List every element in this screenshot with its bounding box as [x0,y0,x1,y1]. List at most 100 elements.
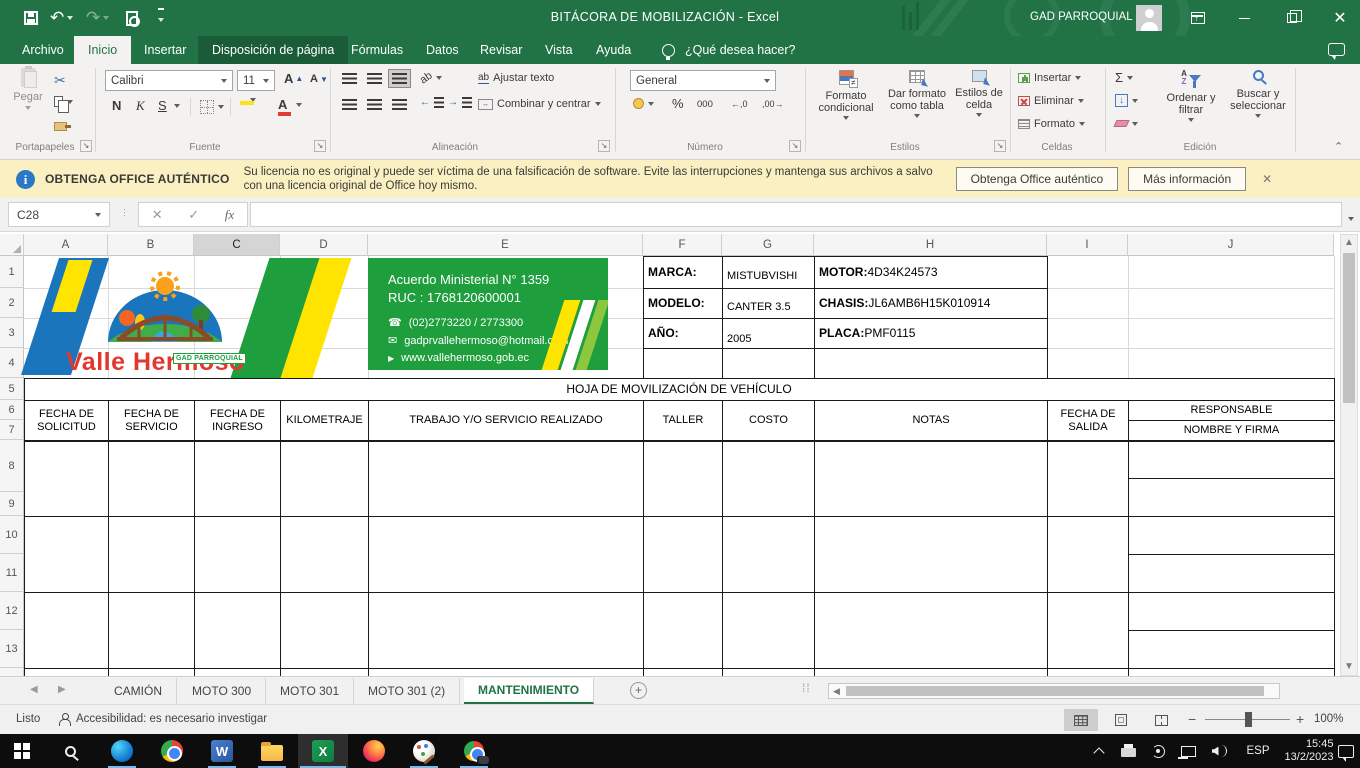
tray-volume[interactable] [1204,734,1234,768]
action-center-button[interactable] [1332,734,1360,768]
format-cells-button[interactable]: Formato [1018,118,1085,130]
sheet-nav-right-icon[interactable]: ▶ [58,684,66,695]
sheet-nav-left-icon[interactable]: ◀ [30,684,38,695]
zoom-level[interactable]: 100% [1314,713,1343,725]
modelo-value[interactable]: CANTER 3.5 [727,292,791,322]
row-header-11[interactable]: 11 [0,554,24,592]
fill-button[interactable]: ↓ [1115,94,1138,107]
column-header-C[interactable]: C [194,234,280,256]
formula-bar-splitter[interactable]: ⋯ [120,208,130,218]
format-as-table-button[interactable]: Dar formato como tabla [884,70,950,118]
align-center-button[interactable] [363,95,386,114]
header-costo[interactable]: COSTO [723,401,814,440]
hscroll-left-icon[interactable]: ◀ [833,686,840,697]
collapse-ribbon-button[interactable]: ⌃ [1334,140,1343,153]
increase-font-button[interactable]: A▲ [284,71,303,86]
delete-cells-button[interactable]: Eliminar [1018,95,1084,107]
zoom-slider-thumb[interactable] [1245,712,1252,727]
placa-cell[interactable]: PLACA: PMF0115 [819,318,915,348]
qat-redo-button[interactable]: ↷ [86,7,109,29]
align-top-button[interactable] [338,69,361,88]
table-body-cells[interactable] [24,442,1334,676]
clock[interactable]: 15:4513/2/2023 [1278,734,1340,768]
horizontal-scroll-thumb[interactable] [846,686,1264,696]
font-size-select[interactable]: 11 [237,70,275,91]
row-header-5[interactable]: 5 [0,378,24,400]
font-name-select[interactable]: Calibri [105,70,233,91]
marca-label[interactable]: MARCA: [648,256,697,288]
insert-function-icon[interactable]: fx [225,207,234,223]
column-header-G[interactable]: G [722,234,814,256]
format-painter-button[interactable] [54,122,67,131]
align-middle-button[interactable] [363,69,386,88]
fill-color-button[interactable] [240,98,256,102]
accessibility-icon[interactable] [58,713,70,728]
decrease-font-button[interactable]: A▼ [310,73,328,85]
cut-button[interactable]: ✂ [54,72,66,89]
taskbar-file-explorer[interactable] [250,734,294,768]
close-button[interactable]: ✕ [1320,0,1360,36]
alineacion-dialog-launcher[interactable]: ↘ [598,140,610,152]
column-header-A[interactable]: A [24,234,108,256]
merge-center-button[interactable]: ↔ Combinar y centrar [478,98,601,110]
tab-ayuda[interactable]: Ayuda [582,36,645,64]
accessibility-status[interactable]: Accesibilidad: es necesario investigar [76,713,267,725]
cell-styles-button[interactable]: Estilos de celda [950,70,1008,117]
ribbon-display-options-button[interactable] [1178,0,1218,36]
align-right-button[interactable] [388,95,411,114]
sheet-tab-moto300[interactable]: MOTO 300 [178,678,266,704]
scroll-up-icon[interactable]: ▲ [1341,235,1357,251]
name-box[interactable]: C28 [8,202,110,227]
get-office-button[interactable]: Obtenga Office auténtico [956,167,1119,191]
row-header-13[interactable]: 13 [0,630,24,668]
taskbar-chrome[interactable] [150,734,194,768]
decrease-decimal-button[interactable]: ,00→ [762,99,784,109]
row-header-8[interactable]: 8 [0,440,24,492]
scroll-down-icon[interactable]: ▼ [1341,659,1357,675]
underline-button[interactable]: S [158,98,167,113]
restore-button[interactable] [1272,0,1312,36]
qat-print-preview-button[interactable] [126,7,138,29]
column-header-H[interactable]: H [814,234,1047,256]
start-button[interactable] [0,734,44,768]
copy-button[interactable] [54,96,73,107]
chasis-cell[interactable]: CHASIS: JL6AMB6H15K010914 [819,288,990,318]
portapapeles-dialog-launcher[interactable]: ↘ [80,140,92,152]
select-all-corner[interactable] [0,234,24,256]
page-layout-view-button[interactable] [1104,709,1138,731]
normal-view-button[interactable] [1064,709,1098,731]
font-color-button[interactable]: A [278,97,302,112]
autosum-button[interactable]: Σ [1115,70,1133,85]
anio-value[interactable]: 2005 [727,324,751,354]
header-fecha-solicitud[interactable]: FECHA DE SOLICITUD [25,401,108,440]
conditional-formatting-button[interactable]: Formato condicional [812,70,880,120]
row-header-10[interactable]: 10 [0,516,24,554]
column-header-J[interactable]: J [1128,234,1334,256]
number-format-select[interactable]: General [630,70,776,91]
qat-undo-button[interactable]: ↶ [50,7,73,29]
taskbar-word[interactable]: W [200,734,244,768]
horizontal-scrollbar[interactable]: ◀ [828,683,1280,699]
tab-splitter[interactable]: ⁞⁞ [802,681,811,695]
qat-customize-button[interactable] [158,7,164,29]
vertical-scrollbar[interactable]: ▲ ▼ [1340,234,1358,676]
header-fecha-ingreso[interactable]: FECHA DE INGRESO [195,401,280,440]
wrap-text-button[interactable]: abAjustar texto [478,72,554,84]
accounting-format-button[interactable] [633,98,654,109]
header-kilometraje[interactable]: KILOMETRAJE [281,401,368,440]
sheet-tab-moto301-2[interactable]: MOTO 301 (2) [354,678,460,704]
expand-formula-bar[interactable] [1348,210,1354,228]
comma-style-button[interactable]: 000 [697,99,713,110]
tab-vista[interactable]: Vista [531,36,587,64]
numero-dialog-launcher[interactable]: ↘ [789,140,801,152]
column-header-D[interactable]: D [280,234,368,256]
estilos-dialog-launcher[interactable]: ↘ [994,140,1006,152]
paste-button[interactable]: Pegar [8,68,48,110]
row-header-9[interactable]: 9 [0,492,24,516]
marca-value[interactable]: MISTUBVISHI [727,260,797,292]
align-left-button[interactable] [338,95,361,114]
vertical-scroll-thumb[interactable] [1343,253,1355,403]
sort-filter-button[interactable]: AZ Ordenar y filtrar [1160,70,1222,122]
modelo-label[interactable]: MODELO: [648,288,705,318]
anio-label[interactable]: AÑO: [648,318,679,348]
